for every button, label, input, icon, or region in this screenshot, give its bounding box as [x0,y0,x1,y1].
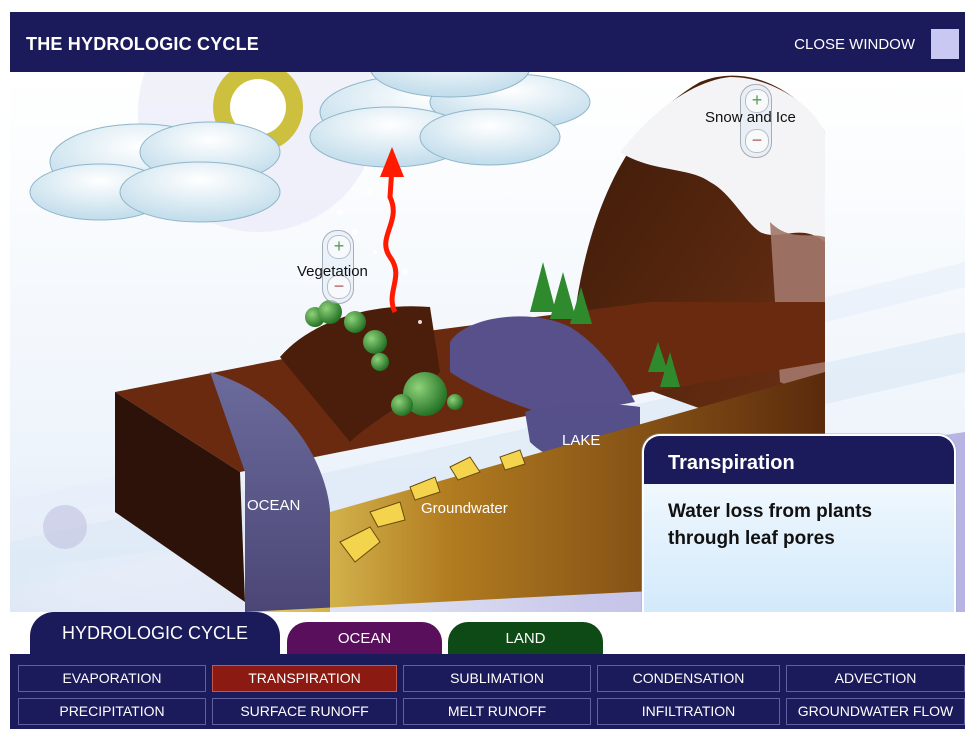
nav-transpiration-button[interactable]: TRANSPIRATION [212,665,397,692]
snow-and-ice-label[interactable]: Snow and Ice [705,109,796,126]
tab-hydrologic-cycle[interactable]: HYDROLOGIC CYCLE [30,612,280,654]
vegetation-label[interactable]: Vegetation [297,263,368,280]
info-title: Transpiration [644,436,954,484]
groundwater-label: Groundwater [421,500,508,517]
app-frame: THE HYDROLOGIC CYCLE CLOSE WINDOW + − + … [10,12,965,729]
nav-groundwater-flow-button[interactable]: GROUNDWATER FLOW [786,698,965,725]
section-tabs: HYDROLOGIC CYCLE OCEAN LAND [10,612,965,654]
close-window-icon[interactable] [931,29,959,59]
lake-label: LAKE [562,432,601,449]
nav-sublimation-button[interactable]: SUBLIMATION [403,665,591,692]
nav-infiltration-button[interactable]: INFILTRATION [597,698,780,725]
page-title: THE HYDROLOGIC CYCLE [26,34,260,54]
nav-condensation-button[interactable]: CONDENSATION [597,665,780,692]
ocean-label: OCEAN [247,497,301,514]
tab-land[interactable]: LAND [448,622,603,654]
snow-zoom-out-button[interactable]: − [745,129,769,153]
nav-precipitation-button[interactable]: PRECIPITATION [18,698,206,725]
process-nav: EVAPORATION TRANSPIRATION SUBLIMATION CO… [10,654,965,729]
tab-ocean[interactable]: OCEAN [287,622,442,654]
info-panel: Transpiration Water loss from plants thr… [642,434,956,630]
info-line-1: Water loss from plants [668,501,873,522]
nav-melt-runoff-button[interactable]: MELT RUNOFF [403,698,591,725]
info-line-2: through leaf pores [668,528,835,549]
nav-advection-button[interactable]: ADVECTION [786,665,965,692]
close-window-button[interactable]: CLOSE WINDOW [794,36,915,53]
info-description: Water loss from plants through leaf pore… [644,484,954,552]
vegetation-zoom-in-button[interactable]: + [327,235,351,259]
nav-evaporation-button[interactable]: EVAPORATION [18,665,206,692]
nav-surface-runoff-button[interactable]: SURFACE RUNOFF [212,698,397,725]
title-bar: THE HYDROLOGIC CYCLE CLOSE WINDOW [10,12,965,72]
